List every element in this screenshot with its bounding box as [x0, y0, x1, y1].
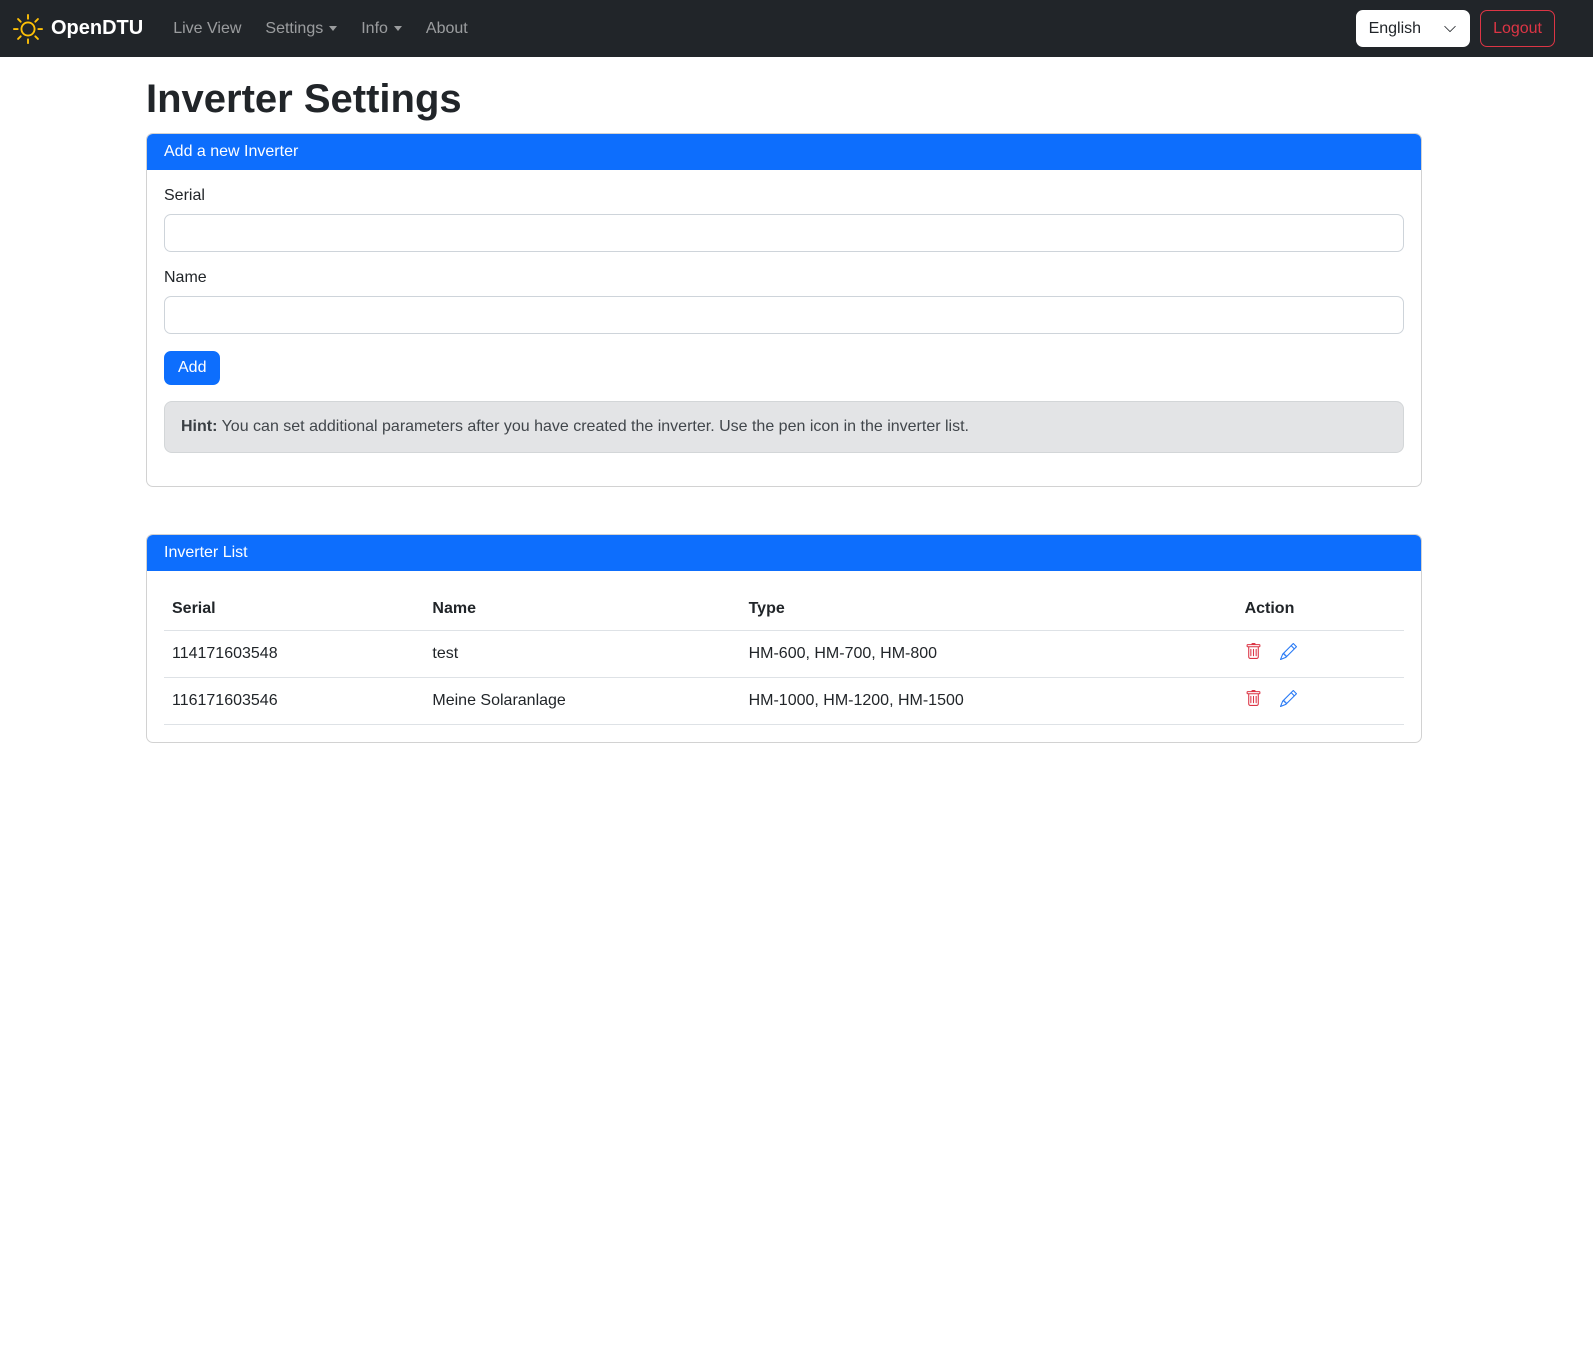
table-row: 114171603548 test HM-600, HM-700, HM-800 [164, 631, 1404, 678]
hint-text: You can set additional parameters after … [222, 418, 969, 435]
add-inverter-card-header: Add a new Inverter [147, 134, 1421, 170]
column-header-name: Name [424, 588, 740, 631]
chevron-down-icon [1443, 22, 1457, 36]
table-header-row: Serial Name Type Action [164, 588, 1404, 631]
pencil-icon [1280, 643, 1297, 660]
add-button[interactable]: Add [164, 351, 220, 385]
language-select[interactable]: English [1356, 10, 1470, 47]
nav-item-about[interactable]: About [414, 12, 480, 46]
delete-inverter-button[interactable] [1245, 690, 1262, 707]
cell-type: HM-1000, HM-1200, HM-1500 [741, 678, 1237, 725]
pencil-icon [1280, 690, 1297, 707]
sun-icon [13, 14, 43, 44]
brand-label: OpenDTU [51, 17, 143, 40]
edit-inverter-button[interactable] [1280, 643, 1297, 660]
add-inverter-card-body: Serial Name Add Hint: You can set additi… [147, 170, 1421, 486]
name-label: Name [164, 269, 1404, 287]
name-input[interactable] [164, 296, 1404, 334]
delete-inverter-button[interactable] [1245, 643, 1262, 660]
trash-icon [1245, 643, 1262, 660]
cell-serial: 114171603548 [164, 631, 424, 678]
table-row: 116171603546 Meine Solaranlage HM-1000, … [164, 678, 1404, 725]
cell-name: Meine Solaranlage [424, 678, 740, 725]
nav-item-info[interactable]: Info [349, 12, 414, 46]
column-header-type: Type [741, 588, 1237, 631]
cell-action [1237, 631, 1404, 678]
hint-box: Hint: You can set additional parameters … [164, 401, 1404, 453]
add-inverter-card: Add a new Inverter Serial Name Add Hint:… [146, 133, 1422, 487]
caret-down-icon [394, 26, 402, 31]
column-header-serial: Serial [164, 588, 424, 631]
column-header-action: Action [1237, 588, 1404, 631]
cell-name: test [424, 631, 740, 678]
inverter-list-card-body: Serial Name Type Action 114171603548 tes… [147, 571, 1421, 742]
cell-action [1237, 678, 1404, 725]
edit-inverter-button[interactable] [1280, 690, 1297, 707]
nav-item-settings-label: Settings [265, 20, 323, 38]
inverter-list-card-header: Inverter List [147, 535, 1421, 571]
nav-links: Live View Settings Info About [161, 12, 480, 46]
logout-button[interactable]: Logout [1480, 10, 1555, 47]
navbar: OpenDTU Live View Settings Info About En… [0, 0, 1593, 57]
language-selected-value: English [1369, 20, 1421, 38]
nav-item-settings[interactable]: Settings [253, 12, 349, 46]
cell-type: HM-600, HM-700, HM-800 [741, 631, 1237, 678]
inverter-list-card: Inverter List Serial Name Type Action 11… [146, 534, 1422, 743]
nav-item-info-label: Info [361, 20, 388, 38]
brand-link[interactable]: OpenDTU [13, 14, 143, 44]
nav-item-live-view[interactable]: Live View [161, 12, 253, 46]
cell-serial: 116171603546 [164, 678, 424, 725]
serial-input[interactable] [164, 214, 1404, 252]
inverter-table: Serial Name Type Action 114171603548 tes… [164, 588, 1404, 725]
caret-down-icon [329, 26, 337, 31]
page-title: Inverter Settings [146, 75, 1422, 123]
serial-label: Serial [164, 187, 1404, 205]
navbar-right: English Logout [1356, 10, 1555, 47]
trash-icon [1245, 690, 1262, 707]
main-content: Inverter Settings Add a new Inverter Ser… [146, 57, 1422, 743]
hint-label: Hint: [181, 418, 217, 435]
